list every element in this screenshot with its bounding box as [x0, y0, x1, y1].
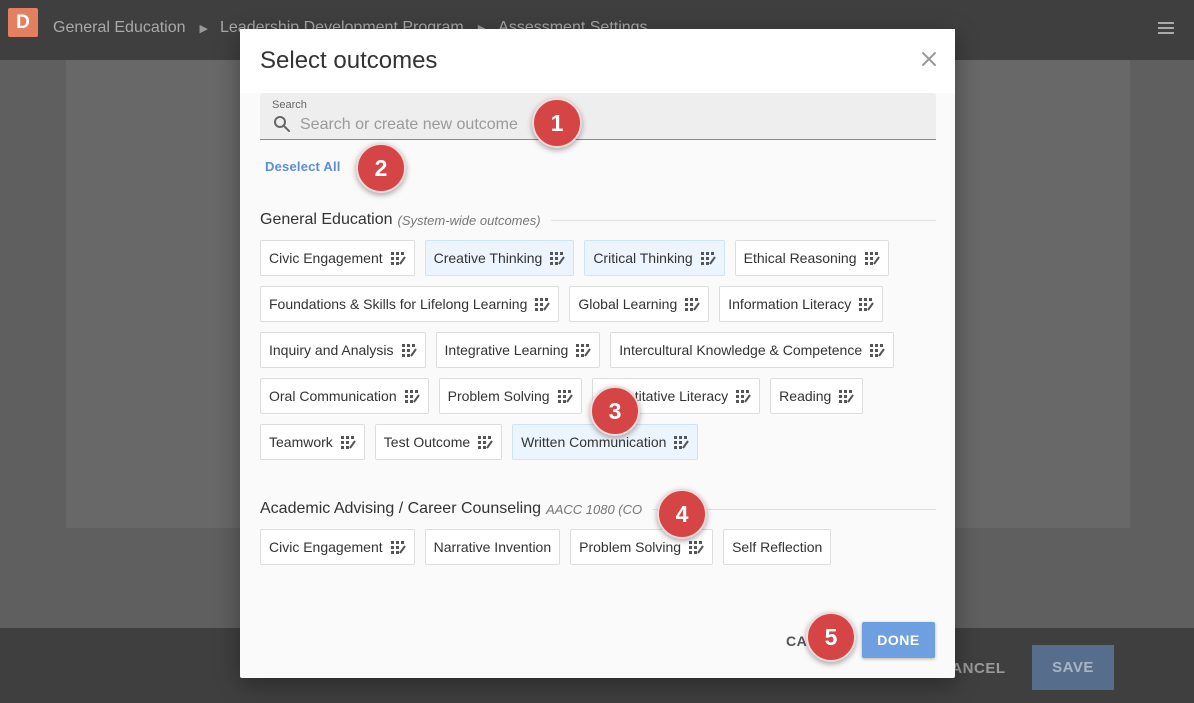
outcome-chip-foundations-and-skills-for-lifelong-learning[interactable]: Foundations & Skills for Lifelong Learni…: [260, 286, 560, 322]
outcome-chip-information-literacy[interactable]: Information Literacy: [719, 286, 884, 322]
group-subtitle: AACC 1080 (CO: [546, 501, 643, 517]
rubric-grid-icon: [736, 389, 751, 404]
outcome-chip-critical-thinking[interactable]: Critical Thinking: [584, 240, 725, 276]
callout-badge: 5: [806, 612, 856, 662]
outcome-chip-label: Problem Solving: [579, 539, 682, 555]
group-subtitle: (System-wide outcomes): [397, 212, 541, 228]
callout-badge: 3: [590, 386, 640, 436]
group-header: General Education (System-wide outcomes): [260, 209, 936, 231]
outcome-chip-label: Foundations & Skills for Lifelong Learni…: [269, 296, 528, 312]
outcome-chip-label: Ethical Reasoning: [743, 250, 857, 266]
outcome-chip-civic-engagement[interactable]: Civic Engagement: [260, 529, 415, 565]
outcome-chip-label: Civic Engagement: [269, 539, 383, 555]
rubric-grid-icon: [870, 343, 885, 358]
rubric-grid-icon: [478, 435, 493, 450]
outcome-chip-list: Civic Engagement Creative Thinking Critica…: [260, 240, 950, 470]
group-title: General Education: [260, 211, 393, 228]
outcome-chip-self-reflection[interactable]: Self Reflection: [723, 529, 832, 565]
cancel-button[interactable]: CA: [786, 633, 807, 649]
outcome-group-academic-advising: Academic Advising / Career Counseling AA…: [260, 498, 936, 575]
divider: [550, 219, 936, 221]
rubric-grid-icon: [685, 297, 701, 312]
search-label: Search: [272, 99, 307, 111]
outcome-chip-label: Civic Engagement: [269, 250, 383, 266]
outcome-chip-intercultural-knowledge-and-competence[interactable]: Intercultural Knowledge & Competence: [610, 332, 895, 368]
callout-badge: 2: [356, 143, 406, 193]
rubric-grid-icon: [535, 297, 551, 312]
app-logo[interactable]: D: [8, 8, 38, 37]
outcome-chip-reading[interactable]: Reading: [770, 378, 864, 414]
chevron-right-icon: ▶: [199, 23, 208, 35]
outcome-group-general-education: General Education (System-wide outcomes)…: [260, 209, 936, 470]
callout-badge: 1: [532, 98, 582, 148]
rubric-grid-icon: [401, 343, 417, 358]
footer-save-button[interactable]: SAVE: [1032, 645, 1114, 690]
outcome-chip-label: Oral Communication: [269, 388, 397, 404]
select-outcomes-dialog: Select outcomes Search Deselect All Gene…: [240, 29, 955, 678]
rubric-grid-icon: [576, 343, 592, 358]
rubric-grid-icon: [557, 389, 573, 404]
outcome-chip-civic-engagement[interactable]: Civic Engagement: [260, 240, 415, 276]
rubric-grid-icon: [839, 389, 855, 404]
outcome-chip-label: Written Communication: [521, 434, 667, 450]
group-title: Academic Advising / Career Counseling: [260, 500, 542, 517]
rubric-grid-icon: [674, 435, 690, 450]
outcome-chip-teamwork[interactable]: Teamwork: [260, 424, 365, 460]
outcome-chip-label: Critical Thinking: [593, 250, 693, 266]
outcome-chip-label: Information Literacy: [728, 296, 852, 312]
rubric-grid-icon: [390, 251, 406, 266]
breadcrumb-item[interactable]: General Education: [53, 19, 186, 36]
outcome-chip-narrative-invention[interactable]: Narrative Invention: [424, 529, 561, 565]
hamburger-menu-icon[interactable]: [1158, 22, 1174, 34]
callout-badge: 4: [657, 489, 707, 539]
dialog-title: Select outcomes: [260, 47, 438, 74]
outcome-chip-label: Inquiry and Analysis: [269, 342, 394, 358]
rubric-grid-icon: [550, 251, 566, 266]
search-input[interactable]: [300, 114, 920, 136]
outcome-chip-ethical-reasoning[interactable]: Ethical Reasoning: [734, 240, 889, 276]
outcome-chip-global-learning[interactable]: Global Learning: [569, 286, 710, 322]
outcome-chip-label: Integrative Learning: [444, 342, 569, 358]
dialog-header: Select outcomes: [240, 29, 955, 93]
rubric-grid-icon: [700, 251, 716, 266]
search-field: Search: [260, 93, 936, 140]
outcome-chip-label: Problem Solving: [447, 388, 550, 404]
group-header: Academic Advising / Career Counseling AA…: [260, 498, 936, 520]
rubric-grid-icon: [340, 435, 356, 450]
outcome-chip-inquiry-and-analysis[interactable]: Inquiry and Analysis: [260, 332, 426, 368]
rubric-grid-icon: [689, 540, 704, 555]
outcome-chip-label: Narrative Invention: [433, 539, 552, 555]
outcome-chip-label: Teamwork: [269, 434, 333, 450]
outcome-chip-label: Self Reflection: [732, 539, 823, 555]
outcome-chip-integrative-learning[interactable]: Integrative Learning: [435, 332, 601, 368]
rubric-grid-icon: [404, 389, 420, 404]
rubric-grid-icon: [864, 251, 880, 266]
outcome-chip-label: Global Learning: [578, 296, 678, 312]
outcome-chip-label: Creative Thinking: [433, 250, 543, 266]
outcome-chip-test-outcome[interactable]: Test Outcome: [374, 424, 503, 460]
close-icon[interactable]: [916, 46, 942, 72]
rubric-grid-icon: [390, 540, 406, 555]
deselect-all-link[interactable]: Deselect All: [265, 159, 341, 174]
done-button[interactable]: DONE: [862, 622, 935, 658]
outcome-chip-problem-solving[interactable]: Problem Solving: [438, 378, 582, 414]
search-icon: [274, 116, 290, 132]
outcome-chip-label: Reading: [779, 388, 832, 404]
outcome-chip-label: Test Outcome: [383, 434, 471, 450]
outcome-chip-creative-thinking[interactable]: Creative Thinking: [424, 240, 575, 276]
outcome-chip-label: Intercultural Knowledge & Competence: [619, 342, 863, 358]
outcome-chip-list: Civic Engagement Narrative Invention Probl…: [260, 529, 950, 575]
rubric-grid-icon: [859, 297, 875, 312]
outcome-chip-oral-communication[interactable]: Oral Communication: [260, 378, 429, 414]
